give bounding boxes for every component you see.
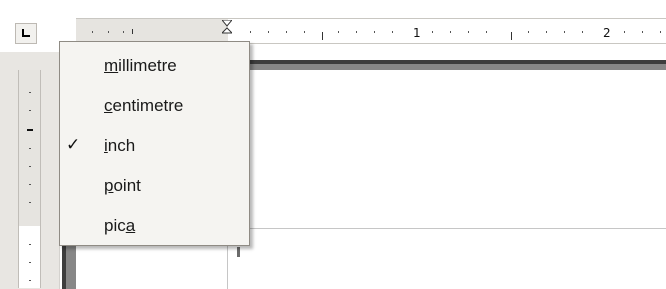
ruler-dot (374, 31, 375, 33)
ruler-tick (322, 32, 323, 40)
ruler-dot (642, 31, 643, 33)
ruler-dot (304, 31, 305, 33)
menu-item-pica[interactable]: pica (60, 210, 249, 244)
checkmark-icon: ✓ (66, 135, 81, 154)
ruler-dot (356, 31, 357, 33)
text-boundary-top (227, 228, 666, 229)
ruler-dot (92, 31, 93, 33)
menu-item-inch[interactable]: ✓ inch (60, 130, 249, 164)
ruler-dot (392, 31, 393, 33)
menu-item-label: millimetre (104, 56, 177, 75)
ruler-dot (564, 31, 565, 33)
ruler-dot (450, 31, 451, 33)
ruler-dot (29, 148, 31, 149)
ruler-dot (624, 31, 625, 33)
ruler-dot (29, 202, 31, 203)
menu-item-point[interactable]: point (60, 170, 249, 204)
ruler-dot (528, 31, 529, 33)
ruler-dot (29, 262, 31, 263)
ruler-dot (468, 31, 469, 33)
toolbar-edge (0, 0, 666, 7)
indent-marker-icon[interactable] (222, 20, 232, 34)
ruler-tick (511, 32, 512, 40)
ruler-left-margin (76, 19, 228, 43)
ruler-dot (338, 31, 339, 33)
ruler-dot (268, 31, 269, 33)
vertical-ruler[interactable] (18, 70, 41, 288)
tab-stop-type-button[interactable] (15, 23, 37, 44)
menu-item-label: pica (104, 216, 136, 235)
ruler-dot (29, 110, 31, 111)
menu-item-label: centimetre (104, 96, 184, 115)
ruler-dot (29, 92, 31, 93)
tab-stop-icon (22, 29, 30, 37)
ruler-dot (250, 31, 251, 33)
ruler-number-1: 1 (413, 26, 421, 40)
ruler-dot (29, 184, 31, 185)
menu-item-millimetre[interactable]: millimetre (60, 50, 249, 84)
ruler-dot (486, 31, 487, 33)
ruler-dot (29, 244, 31, 245)
ruler-dot (432, 31, 433, 33)
ruler-tick (132, 29, 133, 34)
menu-item-label: inch (104, 136, 136, 155)
ruler-dot (286, 31, 287, 33)
menu-item-centimetre[interactable]: centimetre (60, 90, 249, 124)
measurement-units-menu: millimetre centimetre ✓ inch point pica (59, 41, 250, 246)
ruler-dot (108, 31, 109, 33)
ruler-dot (29, 166, 31, 167)
menu-item-label: point (104, 176, 141, 195)
ruler-dot (660, 31, 661, 33)
ruler-tick (27, 129, 33, 131)
text-cursor (237, 247, 240, 257)
ruler-dot (123, 31, 124, 33)
ruler-dot (546, 31, 547, 33)
ruler-dot (29, 280, 31, 281)
ruler-number-2: 2 (603, 26, 611, 40)
ruler-dot (582, 31, 583, 33)
